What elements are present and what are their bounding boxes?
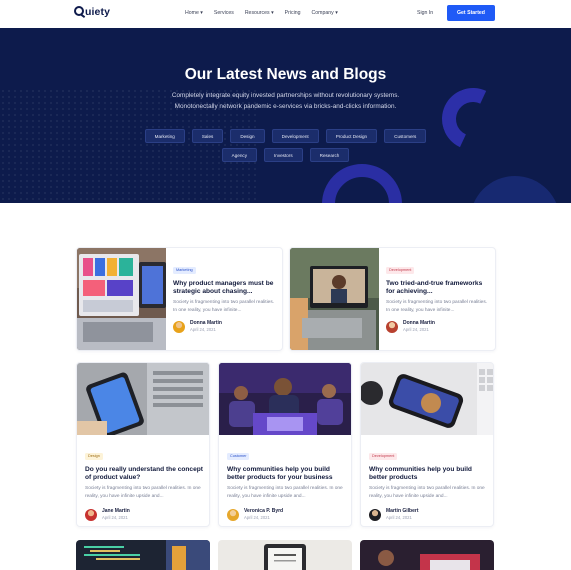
post-thumbnail-smartphone-image: [361, 363, 493, 435]
post-author: Martin Gilbert April 24, 2021: [369, 508, 419, 521]
category-tag[interactable]: Product Design: [325, 129, 378, 143]
post-title[interactable]: Do you really understand the concept of …: [85, 466, 205, 482]
post-category-badge[interactable]: Design: [85, 453, 103, 460]
menu-item-home[interactable]: Home ▾: [185, 10, 203, 16]
post-body: Development Why communities help you bui…: [369, 444, 489, 521]
category-tag[interactable]: Investors: [264, 148, 303, 162]
menu-item-label: Resources: [244, 10, 270, 16]
category-tag[interactable]: Marketing: [144, 129, 185, 143]
menu-item-label: Company: [311, 10, 334, 16]
author-name: Martin Gilbert: [386, 508, 419, 514]
author-name: Jane Martin: [102, 508, 130, 514]
post-author: Donna Martin April 24, 2021: [386, 320, 435, 333]
post-thumbnail-tablet-image: [218, 540, 352, 570]
category-tag[interactable]: Sales: [191, 129, 224, 143]
circle-decoration: [470, 176, 560, 203]
featured-post-card[interactable]: Development Two tried-and-true framework…: [289, 247, 496, 351]
post-body: Customer Why communities help you build …: [227, 444, 347, 521]
post-body: Marketing Why product managers must be s…: [173, 258, 279, 333]
post-category-badge[interactable]: Marketing: [173, 267, 196, 274]
post-date: April 24, 2021: [190, 327, 216, 332]
hero-title: Our Latest News and Blogs: [184, 66, 387, 83]
quiety-logo[interactable]: uiety: [74, 6, 110, 18]
post-author: Donna Martin April 24, 2021: [173, 320, 222, 333]
post-card[interactable]: Customer Why communities help you build …: [218, 362, 352, 527]
category-tag[interactable]: Customers: [384, 129, 427, 143]
main-menu: Home ▾ Services Resources ▾ Pricing Comp…: [185, 10, 338, 16]
author-name: Donna Martin: [190, 320, 222, 326]
post-excerpt: Society is fragmenting into two parallel…: [173, 300, 275, 313]
avatar: [369, 508, 381, 521]
menu-item-label: Services: [213, 10, 234, 16]
post-author: Jane Martin April 24, 2021: [85, 508, 130, 521]
post-card-partial[interactable]: [218, 540, 352, 570]
avatar: [85, 508, 97, 521]
author-name: Donna Martin: [403, 320, 435, 326]
category-tag[interactable]: Development: [271, 129, 319, 143]
hero-section: Our Latest News and Blogs Completely int…: [0, 28, 571, 203]
post-thumbnail-code-image: [76, 540, 210, 570]
post-excerpt: Society is fragmenting into two parallel…: [386, 300, 488, 313]
post-body: Design Do you really understand the conc…: [85, 444, 205, 521]
post-title[interactable]: Why communities help you build better pr…: [369, 466, 489, 482]
avatar: [227, 508, 239, 521]
category-tags-row-1: Marketing Sales Design Development Produ…: [0, 129, 571, 143]
category-tag[interactable]: Research: [309, 148, 350, 162]
avatar: [386, 320, 398, 333]
get-started-button[interactable]: Get Started: [447, 5, 495, 21]
post-thumbnail-phone-laptop-image: [77, 363, 209, 435]
post-excerpt: Society is fragmenting into two parallel…: [227, 486, 343, 499]
post-card-partial[interactable]: [76, 540, 210, 570]
post-author: Veronica P. Byrd April 24, 2021: [227, 508, 283, 521]
menu-item-services[interactable]: Services: [214, 10, 234, 16]
menu-item-label: Pricing: [284, 10, 301, 16]
category-tag[interactable]: Agency: [221, 148, 257, 162]
chevron-down-icon: ▾: [271, 10, 274, 16]
post-date: April 24, 2021: [403, 327, 429, 332]
chevron-down-icon: ▾: [335, 10, 338, 16]
sign-in-link[interactable]: Sign In: [417, 10, 433, 16]
arc-decoration: [433, 79, 513, 159]
post-thumbnail-workspace-image: [360, 540, 494, 570]
post-category-badge[interactable]: Development: [369, 453, 398, 460]
ring-decoration: [322, 164, 402, 203]
post-thumbnail-team-meeting-image: [219, 363, 351, 435]
post-thumbnail-video-call-image: [290, 248, 379, 350]
category-tag[interactable]: Design: [230, 129, 265, 143]
post-card[interactable]: Design Do you really understand the conc…: [76, 362, 210, 527]
post-date: April 24, 2021: [102, 515, 128, 520]
post-category-badge[interactable]: Customer: [227, 453, 250, 460]
post-excerpt: Society is fragmenting into two parallel…: [369, 486, 485, 499]
menu-item-resources[interactable]: Resources ▾: [245, 10, 274, 16]
post-thumbnail-laptop-image: [77, 248, 166, 350]
menu-item-company[interactable]: Company ▾: [312, 10, 338, 16]
top-navbar: uiety Home ▾ Services Resources ▾ Pricin…: [0, 0, 571, 28]
post-card-partial[interactable]: [360, 540, 494, 570]
post-title[interactable]: Why product managers must be strategic a…: [173, 280, 279, 296]
post-date: April 24, 2021: [244, 515, 270, 520]
menu-item-pricing[interactable]: Pricing: [285, 10, 301, 16]
post-category-badge[interactable]: Development: [386, 267, 415, 274]
post-card[interactable]: Development Why communities help you bui…: [360, 362, 494, 527]
post-title[interactable]: Why communities help you build better pr…: [227, 466, 347, 482]
category-tags-row-2: Agency Investors Research: [0, 148, 571, 162]
post-date: April 24, 2021: [386, 515, 412, 520]
author-name: Veronica P. Byrd: [244, 508, 284, 514]
post-body: Development Two tried-and-true framework…: [386, 258, 492, 333]
avatar: [173, 320, 185, 333]
post-title[interactable]: Two tried-and-true frameworks for achiev…: [386, 280, 492, 296]
logo-q-mark-icon: [74, 6, 84, 16]
logo-text: uiety: [85, 6, 111, 18]
post-excerpt: Society is fragmenting into two parallel…: [85, 486, 201, 499]
menu-item-label: Home: [185, 10, 199, 16]
featured-post-card[interactable]: Marketing Why product managers must be s…: [76, 247, 283, 351]
chevron-down-icon: ▾: [200, 10, 203, 16]
hero-subtitle: Completely integrate equity invested par…: [171, 92, 400, 110]
